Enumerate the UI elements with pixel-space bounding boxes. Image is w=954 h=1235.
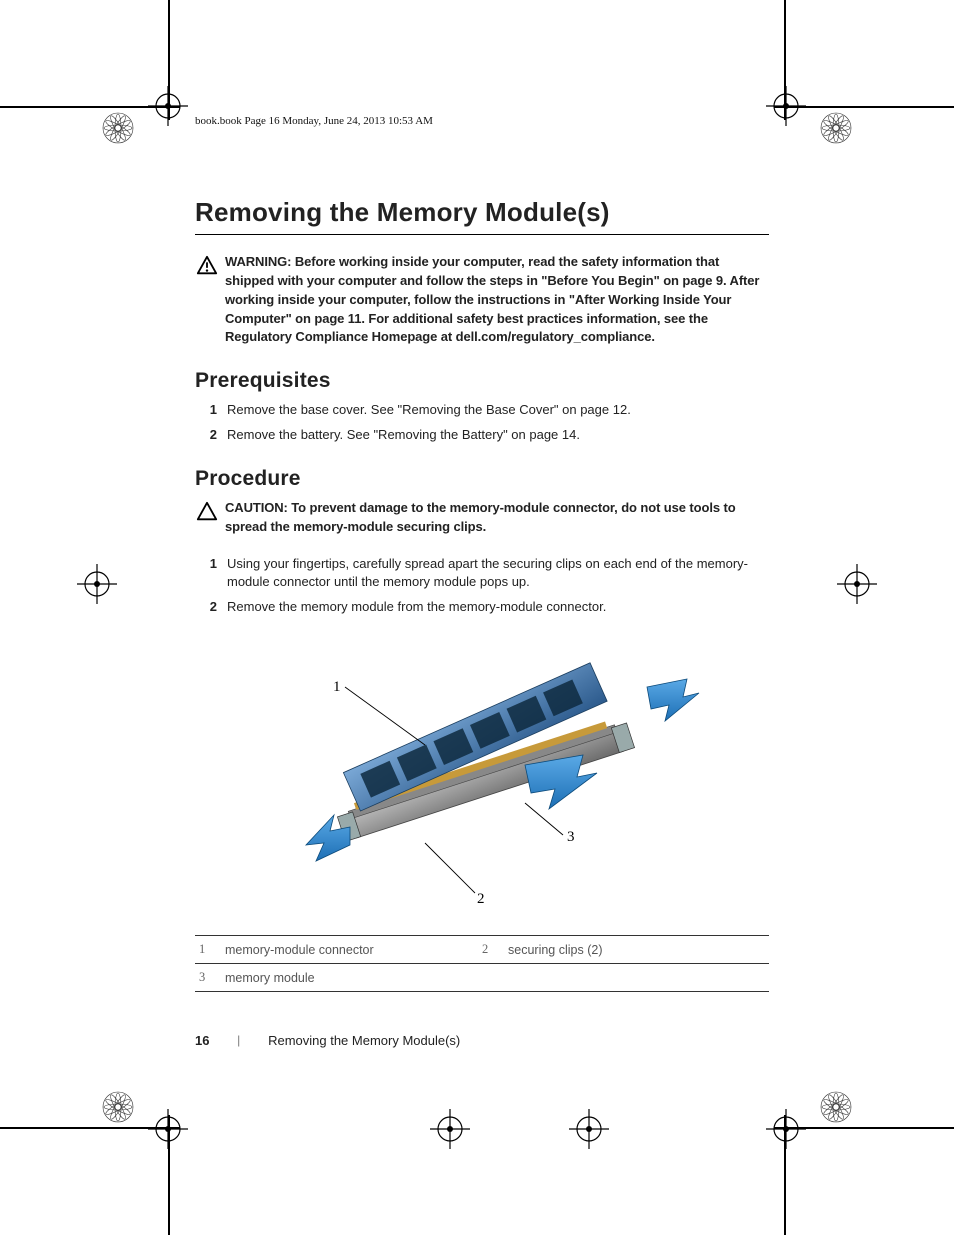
registration-cross-icon — [148, 86, 188, 126]
legend-number: 3 — [199, 970, 225, 985]
caution-icon — [195, 501, 219, 528]
legend-cell — [482, 970, 765, 985]
warning-body: Before working inside your computer, rea… — [225, 254, 759, 344]
warning-icon — [195, 255, 219, 282]
registration-cross-icon — [77, 564, 117, 604]
page-footer: 16 | Removing the Memory Module(s) — [195, 1032, 460, 1048]
step-text: Remove the battery. See "Removing the Ba… — [227, 426, 769, 445]
procedure-heading: Procedure — [195, 467, 769, 491]
diagram-label: 2 — [477, 891, 485, 907]
registration-cross-icon — [766, 86, 806, 126]
list-item: 1Remove the base cover. See "Removing th… — [195, 401, 769, 420]
arrow-icon — [647, 679, 699, 721]
registration-cross-icon — [837, 564, 877, 604]
registration-rosette-icon — [818, 110, 854, 146]
warning-text: WARNING: Before working inside your comp… — [225, 253, 769, 347]
footer-separator: | — [237, 1032, 240, 1048]
list-item: 2Remove the memory module from the memor… — [195, 598, 769, 617]
legend-cell: 1 memory-module connector — [199, 942, 482, 957]
step-number: 2 — [195, 426, 227, 445]
prerequisites-list: 1Remove the base cover. See "Removing th… — [195, 401, 769, 445]
caution-body: To prevent damage to the memory-module c… — [225, 500, 736, 534]
title-underline — [195, 234, 769, 235]
print-header: book.book Page 16 Monday, June 24, 2013 … — [195, 115, 769, 127]
list-item: 1Using your fingertips, carefully spread… — [195, 555, 769, 593]
registration-rosette-icon — [100, 1089, 136, 1125]
step-number: 1 — [195, 401, 227, 420]
registration-cross-icon — [569, 1109, 609, 1149]
legend-cell: 3 memory module — [199, 970, 482, 985]
step-text: Remove the base cover. See "Removing the… — [227, 401, 769, 420]
procedure-list: 1Using your fingertips, carefully spread… — [195, 555, 769, 618]
step-text: Using your fingertips, carefully spread … — [227, 555, 769, 593]
warning-block: WARNING: Before working inside your comp… — [195, 253, 769, 347]
registration-rosette-icon — [818, 1089, 854, 1125]
legend-text: securing clips (2) — [508, 943, 602, 957]
registration-cross-icon — [430, 1109, 470, 1149]
legend-number: 2 — [482, 942, 508, 957]
diagram-legend: 1 memory-module connector 2 securing cli… — [195, 935, 769, 992]
page-number: 16 — [195, 1033, 209, 1048]
page-title: Removing the Memory Module(s) — [195, 197, 769, 228]
legend-row: 1 memory-module connector 2 securing cli… — [195, 936, 769, 964]
caution-text: CAUTION: To prevent damage to the memory… — [225, 499, 769, 537]
step-number: 2 — [195, 598, 227, 617]
registration-cross-icon — [148, 1109, 188, 1149]
caution-label: CAUTION: — [225, 500, 291, 515]
footer-section-name: Removing the Memory Module(s) — [268, 1033, 460, 1048]
memory-module-diagram: 1 2 3 — [255, 645, 705, 915]
caution-block: CAUTION: To prevent damage to the memory… — [195, 499, 769, 537]
legend-cell: 2 securing clips (2) — [482, 942, 765, 957]
registration-cross-icon — [766, 1109, 806, 1149]
diagram-label: 1 — [333, 679, 341, 695]
legend-number: 1 — [199, 942, 225, 957]
legend-text: memory-module connector — [225, 943, 374, 957]
step-number: 1 — [195, 555, 227, 593]
legend-text: memory module — [225, 971, 315, 985]
registration-rosette-icon — [100, 110, 136, 146]
list-item: 2Remove the battery. See "Removing the B… — [195, 426, 769, 445]
step-text: Remove the memory module from the memory… — [227, 598, 769, 617]
warning-label: WARNING: — [225, 254, 295, 269]
prerequisites-heading: Prerequisites — [195, 369, 769, 393]
diagram-label: 3 — [567, 829, 575, 845]
legend-row: 3 memory module — [195, 964, 769, 992]
